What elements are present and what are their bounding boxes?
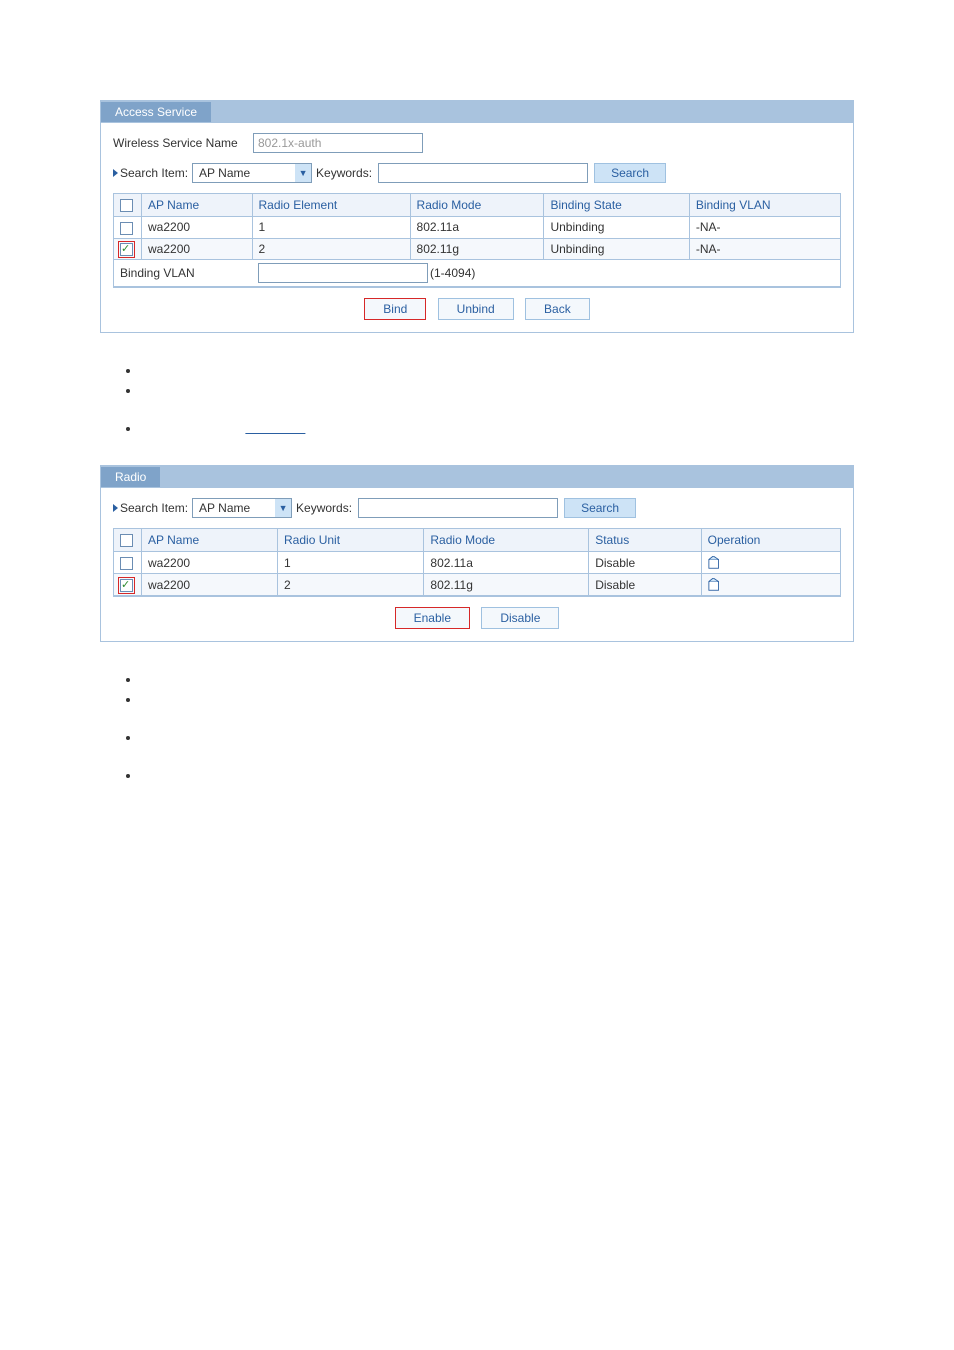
select-all-checkbox[interactable]	[120, 199, 133, 212]
col-radio-mode[interactable]: Radio Mode	[424, 528, 589, 551]
keywords-input[interactable]	[358, 498, 558, 518]
cell-radio-unit: 2	[278, 574, 424, 596]
bullet-list-2	[120, 672, 854, 782]
cell-status: Disable	[589, 552, 701, 574]
list-item	[140, 768, 854, 782]
cell-radio-element: 2	[252, 238, 410, 259]
table-row: wa2200 2 802.11g Disable	[114, 574, 841, 596]
triangle-icon	[113, 169, 118, 177]
col-ap-name[interactable]: AP Name	[142, 528, 278, 551]
cell-binding-vlan: -NA-	[689, 217, 840, 238]
action-row: Enable Disable	[113, 596, 841, 641]
list-item: placeholder	[140, 421, 854, 435]
table-row: wa2200 2 802.11g Unbinding -NA-	[114, 238, 841, 259]
search-item-label: Search Item:	[120, 166, 188, 180]
list-item	[140, 383, 854, 397]
cell-radio-mode: 802.11a	[410, 217, 544, 238]
chevron-down-icon: ▼	[295, 164, 311, 182]
cell-ap: wa2200	[142, 238, 253, 259]
col-binding-vlan[interactable]: Binding VLAN	[689, 194, 840, 217]
bind-button[interactable]: Bind	[364, 298, 426, 320]
cell-binding-state: Unbinding	[544, 217, 689, 238]
binding-vlan-label: Binding VLAN	[114, 259, 253, 286]
cell-ap: wa2200	[142, 217, 253, 238]
binding-vlan-row: Binding VLAN (1-4094)	[114, 259, 841, 286]
search-row: Search Item: AP Name ▼ Keywords: Search	[113, 498, 841, 518]
triangle-icon	[113, 504, 118, 512]
list-item	[140, 363, 854, 377]
list-item	[140, 692, 854, 706]
list-item	[140, 730, 854, 744]
col-operation[interactable]: Operation	[701, 528, 840, 551]
back-button[interactable]: Back	[525, 298, 590, 320]
cell-radio-mode: 802.11a	[424, 552, 589, 574]
keywords-label: Keywords:	[316, 166, 372, 180]
ap-table: AP Name Radio Element Radio Mode Binding…	[113, 193, 841, 287]
cell-ap: wa2200	[142, 552, 278, 574]
search-button[interactable]: Search	[564, 498, 636, 518]
search-item-value: AP Name	[193, 501, 275, 515]
cell-status: Disable	[589, 574, 701, 596]
search-button[interactable]: Search	[594, 163, 666, 183]
edit-icon[interactable]	[708, 556, 722, 570]
list-item	[140, 672, 854, 686]
ghost-link	[245, 421, 305, 435]
panel-title: Radio	[101, 467, 160, 487]
access-service-panel: Access Service Wireless Service Name Sea…	[100, 100, 854, 333]
row-checkbox[interactable]	[120, 222, 133, 235]
binding-vlan-hint: (1-4094)	[430, 266, 475, 280]
cell-binding-vlan: -NA-	[689, 238, 840, 259]
panel-title: Access Service	[101, 102, 211, 122]
col-radio-element[interactable]: Radio Element	[252, 194, 410, 217]
col-radio-mode[interactable]: Radio Mode	[410, 194, 544, 217]
panel-header: Radio	[101, 466, 853, 488]
table-row: wa2200 1 802.11a Unbinding -NA-	[114, 217, 841, 238]
cell-binding-state: Unbinding	[544, 238, 689, 259]
panel-header: Access Service	[101, 101, 853, 123]
search-row: Search Item: AP Name ▼ Keywords: Search	[113, 163, 841, 183]
disable-button[interactable]: Disable	[481, 607, 559, 629]
col-status[interactable]: Status	[589, 528, 701, 551]
service-name-row: Wireless Service Name	[113, 133, 841, 153]
row-checkbox[interactable]	[120, 243, 133, 256]
cell-radio-unit: 1	[278, 552, 424, 574]
cell-radio-mode: 802.11g	[410, 238, 544, 259]
keywords-input[interactable]	[378, 163, 588, 183]
radio-panel: Radio Search Item: AP Name ▼ Keywords: S…	[100, 465, 854, 642]
col-ap-name[interactable]: AP Name	[142, 194, 253, 217]
col-binding-state[interactable]: Binding State	[544, 194, 689, 217]
unbind-button[interactable]: Unbind	[438, 298, 514, 320]
search-item-select[interactable]: AP Name ▼	[192, 498, 292, 518]
search-item-label: Search Item:	[120, 501, 188, 515]
search-item-value: AP Name	[193, 166, 295, 180]
col-radio-unit[interactable]: Radio Unit	[278, 528, 424, 551]
cell-radio-element: 1	[252, 217, 410, 238]
search-item-select[interactable]: AP Name ▼	[192, 163, 312, 183]
action-row: Bind Unbind Back	[113, 287, 841, 332]
service-name-label: Wireless Service Name	[113, 136, 253, 150]
keywords-label: Keywords:	[296, 501, 352, 515]
table-row: wa2200 1 802.11a Disable	[114, 552, 841, 574]
cell-radio-mode: 802.11g	[424, 574, 589, 596]
row-checkbox[interactable]	[120, 579, 133, 592]
service-name-input	[253, 133, 423, 153]
cell-ap: wa2200	[142, 574, 278, 596]
enable-button[interactable]: Enable	[395, 607, 470, 629]
edit-icon[interactable]	[708, 578, 722, 592]
row-checkbox[interactable]	[120, 557, 133, 570]
radio-table: AP Name Radio Unit Radio Mode Status Ope…	[113, 528, 841, 596]
select-all-checkbox[interactable]	[120, 534, 133, 547]
chevron-down-icon: ▼	[275, 499, 291, 517]
bullet-list-1: placeholder	[120, 363, 854, 435]
binding-vlan-input[interactable]	[258, 263, 428, 283]
